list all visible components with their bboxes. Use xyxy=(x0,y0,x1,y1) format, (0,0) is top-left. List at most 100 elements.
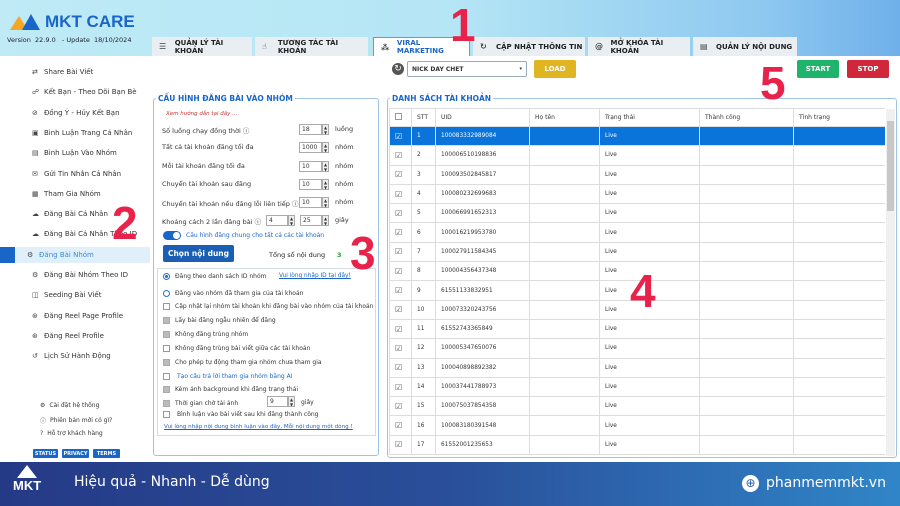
number-input[interactable]: 10 xyxy=(299,178,322,190)
checkbox[interactable] xyxy=(163,344,170,352)
row-checkbox[interactable]: ☑ xyxy=(389,434,412,456)
spinner-buttons[interactable]: ▲ ▼ xyxy=(288,396,295,407)
sidebar-item-2[interactable]: ⊘ Đồng Ý - Hủy Kết Bạn xyxy=(20,105,150,121)
sidebar-bottom-1[interactable]: ⓘ Phiên bản mới có gì? xyxy=(40,416,112,425)
comment-checkbox[interactable]: Bình luận vào bài viết sau khi đăng thàn… xyxy=(163,411,318,418)
sidebar-item-5[interactable]: ✉ Gửi Tin Nhắn Cá Nhân xyxy=(20,166,150,182)
column-header[interactable]: STT xyxy=(411,108,436,127)
option-checkbox-3[interactable]: Không đăng trùng bài viết giữa các tài k… xyxy=(163,344,310,352)
radio-group-id-list[interactable]: Đăng theo danh sách ID nhóm xyxy=(163,273,267,280)
select-all-checkbox[interactable] xyxy=(389,108,412,127)
spinner-buttons[interactable]: ▲ ▼ xyxy=(322,160,329,172)
wait-image-checkbox[interactable]: Thời gian chờ tải ảnh xyxy=(163,400,238,407)
spinner-buttons[interactable]: ▲ ▼ xyxy=(322,215,329,226)
sidebar-item-10[interactable]: ⚙ Đăng Bài Nhóm Theo ID xyxy=(20,267,150,283)
number-input[interactable]: 10 xyxy=(299,160,322,172)
option-checkbox-0[interactable]: Cập nhật lại nhóm tài khoản khi đăng bài… xyxy=(163,303,373,310)
row-checkbox[interactable]: ☑ xyxy=(389,145,412,166)
tab-0[interactable]: ☰ QUẢN LÝ TÀI KHOẢN xyxy=(152,37,252,56)
load-button[interactable]: LOAD xyxy=(534,60,576,78)
scrollbar-thumb[interactable] xyxy=(887,121,894,211)
table-row[interactable]: ☑ 17 61552001235653 Live xyxy=(389,434,885,456)
table-row[interactable]: ☑ 7 100027911584345 Live xyxy=(389,241,885,263)
table-scrollbar[interactable] xyxy=(886,109,895,456)
radio-button[interactable] xyxy=(163,290,170,297)
number-input[interactable]: 1000 xyxy=(299,142,322,154)
footer-website[interactable]: phanmemmkt.vn xyxy=(766,475,886,491)
row-checkbox[interactable]: ☑ xyxy=(389,299,412,320)
shared-config-toggle[interactable] xyxy=(163,231,181,240)
option-checkbox-2[interactable]: Không đăng trùng nhóm xyxy=(163,330,248,338)
row-checkbox[interactable]: ☑ xyxy=(389,280,412,301)
sidebar-item-12[interactable]: ⊛ Đăng Reel Page Profile xyxy=(20,308,150,324)
number-input[interactable]: 10 xyxy=(299,197,322,209)
sidebar-item-14[interactable]: ↺ Lịch Sử Hành Động xyxy=(20,348,150,364)
table-row[interactable]: ☑ 15 100075037854358 Live xyxy=(389,396,885,417)
status-button[interactable]: STATUS xyxy=(33,449,58,458)
table-row[interactable]: ☑ 12 100005347650076 Live xyxy=(389,338,885,359)
account-group-select[interactable]: NICK DAY CHET ▾ xyxy=(407,61,527,77)
terms-button[interactable]: TERMS xyxy=(93,449,120,458)
row-checkbox[interactable]: ☑ xyxy=(389,125,412,147)
refresh-icon[interactable]: ↻ xyxy=(392,63,404,75)
checkbox[interactable] xyxy=(163,330,170,338)
guide-link[interactable]: Xem hướng dẫn tại đây ... xyxy=(166,111,237,117)
sidebar-bottom-0[interactable]: ⚙ Cài đặt hệ thống xyxy=(40,402,99,409)
spinner-buttons[interactable]: ▲ ▼ xyxy=(322,124,329,135)
table-row[interactable]: ☑ 5 100066991652313 Live xyxy=(389,203,885,224)
sidebar-item-3[interactable]: ▣ Bình Luận Trang Cá Nhân xyxy=(20,125,150,141)
column-header[interactable]: Thành công xyxy=(699,108,794,127)
enter-group-id-link[interactable]: Vui lòng nhập ID tại đây! xyxy=(279,273,351,279)
checkbox[interactable] xyxy=(163,303,170,310)
table-row[interactable]: ☑ 14 100037441788973 Live xyxy=(389,376,885,398)
sidebar-item-9[interactable]: ⚙ Đăng Bài Nhóm xyxy=(15,246,150,263)
checkbox[interactable] xyxy=(163,386,170,394)
spinner-buttons[interactable]: ▲ ▼ xyxy=(322,197,329,209)
option-checkbox-6[interactable]: Kèm ảnh background khi đăng trạng thái xyxy=(163,386,298,394)
sidebar-bottom-2[interactable]: ? Hỗ trợ khách hàng xyxy=(40,430,103,437)
checkbox[interactable] xyxy=(163,316,170,324)
table-row[interactable]: ☑ 1 100083332989084 Live xyxy=(389,125,885,147)
interval-from-input[interactable]: 4 xyxy=(266,215,288,226)
interval-to-input[interactable]: 25 xyxy=(300,215,322,226)
radio-button[interactable] xyxy=(163,273,170,280)
tab-4[interactable]: @ MỞ KHÓA TÀI KHOẢN xyxy=(588,37,690,56)
row-checkbox[interactable]: ☑ xyxy=(389,338,412,359)
checkbox[interactable] xyxy=(163,411,170,418)
privacy-button[interactable]: PRIVACY xyxy=(62,449,89,458)
radio-joined-groups[interactable]: Đăng vào nhóm đã tham gia của tài khoản xyxy=(163,290,303,297)
option-checkbox-5[interactable]: Tạo câu trả lời tham gia nhóm bằng AI xyxy=(163,372,292,380)
table-row[interactable]: ☑ 13 100040898892382 Live xyxy=(389,357,885,378)
sidebar-item-4[interactable]: ▤ Bình Luận Vào Nhóm xyxy=(20,145,150,161)
spinner-buttons[interactable]: ▲ ▼ xyxy=(288,215,295,226)
row-checkbox[interactable]: ☑ xyxy=(389,415,412,436)
spinner-buttons[interactable]: ▲ ▼ xyxy=(322,142,329,154)
row-checkbox[interactable]: ☑ xyxy=(389,241,412,263)
tab-1[interactable]: ☝ TƯƠNG TÁC TÀI KHOẢN xyxy=(255,37,368,56)
row-checkbox[interactable]: ☑ xyxy=(389,222,412,243)
checkbox[interactable] xyxy=(163,372,170,380)
row-checkbox[interactable]: ☑ xyxy=(389,183,412,205)
checkbox[interactable] xyxy=(163,358,170,366)
row-checkbox[interactable]: ☑ xyxy=(389,164,412,185)
row-checkbox[interactable]: ☑ xyxy=(389,203,412,224)
column-header[interactable]: Trạng thái xyxy=(599,108,700,127)
choose-content-button[interactable]: Chọn nội dung xyxy=(163,245,234,262)
spinner-buttons[interactable]: ▲ ▼ xyxy=(322,178,329,190)
row-checkbox[interactable]: ☑ xyxy=(389,318,412,340)
tab-5[interactable]: ▤ QUẢN LÝ NỘI DUNG xyxy=(693,37,797,56)
column-header[interactable]: UID xyxy=(435,108,530,127)
option-checkbox-1[interactable]: Lấy bài đăng ngẫu nhiên để đăng xyxy=(163,316,276,324)
row-checkbox[interactable]: ☑ xyxy=(389,376,412,398)
column-header[interactable]: Tình trạng xyxy=(793,108,885,127)
table-row[interactable]: ☑ 11 61552743365849 Live xyxy=(389,318,885,340)
sidebar-item-0[interactable]: ⇄ Share Bài Viết xyxy=(20,64,150,80)
sidebar-item-13[interactable]: ⊛ Đăng Reel Profile xyxy=(20,328,150,344)
wait-time-input[interactable]: 9 xyxy=(267,396,288,407)
table-row[interactable]: ☑ 4 100080232699683 Live xyxy=(389,183,885,205)
table-row[interactable]: ☑ 2 100006510198836 Live xyxy=(389,145,885,166)
sidebar-item-11[interactable]: ◫ Seeding Bài Viết xyxy=(20,287,150,303)
number-input[interactable]: 18 xyxy=(299,124,322,135)
start-button[interactable]: START xyxy=(797,60,839,78)
tab-3[interactable]: ↻ CẬP NHẬT THÔNG TIN xyxy=(473,37,585,56)
